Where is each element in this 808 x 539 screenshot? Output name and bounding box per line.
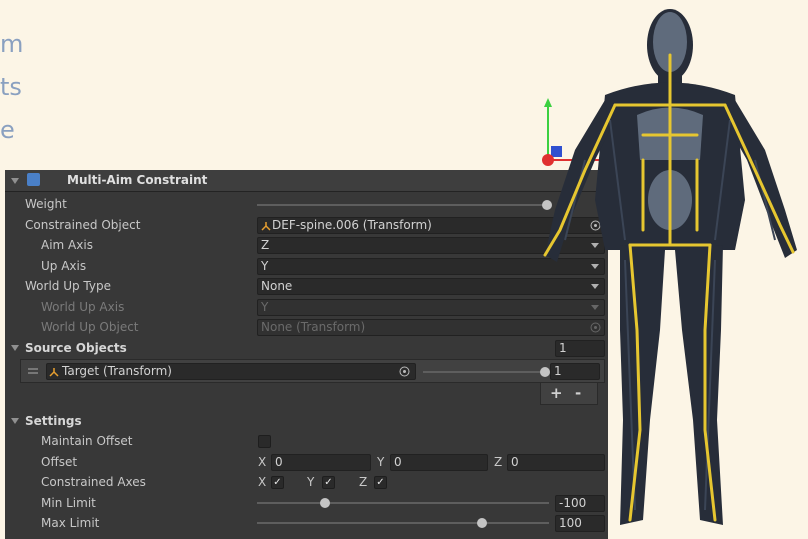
source-object-name: Target (Transform) xyxy=(62,364,172,378)
source-objects-header[interactable]: Source Objects 1 xyxy=(5,338,608,358)
axis-x-label: X xyxy=(258,475,267,489)
background-text-2: ts xyxy=(0,73,22,101)
world-up-type-value: None xyxy=(261,279,293,293)
aim-axis-row: Aim Axis Z xyxy=(5,235,608,255)
background-text-1: m xyxy=(0,30,24,58)
axis-x-checkbox[interactable]: ✓ xyxy=(271,476,284,489)
component-title: Multi-Aim Constraint xyxy=(67,173,208,187)
constraint-icon xyxy=(27,173,40,186)
settings-header[interactable]: Settings xyxy=(5,411,608,431)
min-limit-row: Min Limit -100 xyxy=(5,493,608,513)
settings-label: Settings xyxy=(25,414,82,428)
world-up-axis-label: World Up Axis xyxy=(41,300,125,314)
offset-y-field[interactable]: 0 xyxy=(390,454,488,471)
foldout-arrow-icon[interactable] xyxy=(11,418,19,424)
check-icon: ✓ xyxy=(273,477,282,488)
up-axis-label: Up Axis xyxy=(41,259,87,273)
up-axis-value: Y xyxy=(261,259,269,273)
weight-label: Weight xyxy=(25,197,67,211)
weight-row: Weight xyxy=(5,194,608,214)
axis-y-checkbox[interactable]: ✓ xyxy=(322,476,335,489)
axis-z-checkbox[interactable]: ✓ xyxy=(374,476,387,489)
max-limit-slider-track[interactable] xyxy=(257,522,549,524)
axis-y-label: Y xyxy=(307,475,315,489)
min-limit-slider-handle[interactable] xyxy=(320,498,330,508)
min-limit-slider-track[interactable] xyxy=(257,502,549,504)
object-picker-icon[interactable] xyxy=(399,366,410,377)
offset-z-label: Z xyxy=(494,455,503,469)
world-up-type-label: World Up Type xyxy=(25,279,111,293)
transform-icon xyxy=(261,222,271,231)
constrained-object-value: DEF-spine.006 (Transform) xyxy=(272,218,432,232)
offset-y-label: Y xyxy=(377,455,385,469)
maintain-offset-label: Maintain Offset xyxy=(41,434,133,448)
drag-handle-icon[interactable] xyxy=(28,368,38,370)
check-icon: ✓ xyxy=(324,477,333,488)
offset-x-field[interactable]: 0 xyxy=(271,454,371,471)
offset-z-value: 0 xyxy=(511,455,519,469)
inspector-panel: Multi-Aim Constraint Weight Constrained … xyxy=(5,170,608,539)
world-up-axis-value: Y xyxy=(261,300,269,314)
offset-x-value: 0 xyxy=(275,455,283,469)
character-model xyxy=(542,9,797,525)
offset-x-label: X xyxy=(258,455,267,469)
min-limit-label: Min Limit xyxy=(41,496,96,510)
maintain-offset-checkbox[interactable] xyxy=(258,435,271,448)
check-icon: ✓ xyxy=(376,477,385,488)
collapse-arrow-icon[interactable] xyxy=(11,178,19,184)
constrained-object-label: Constrained Object xyxy=(25,218,141,232)
constrained-axes-row: Constrained Axes X ✓ Y ✓ Z ✓ xyxy=(5,472,608,492)
aim-axis-label: Aim Axis xyxy=(41,238,93,252)
source-object-field[interactable]: Target (Transform) xyxy=(46,363,416,380)
world-up-object-value: None (Transform) xyxy=(261,320,366,334)
background-text-3: e xyxy=(0,116,15,144)
world-up-axis-row: World Up Axis Y xyxy=(5,297,608,317)
world-up-type-row: World Up Type None xyxy=(5,276,608,296)
maintain-offset-row: Maintain Offset xyxy=(5,431,608,451)
foldout-arrow-icon[interactable] xyxy=(11,345,19,351)
up-axis-row: Up Axis Y xyxy=(5,256,608,276)
max-limit-row: Max Limit 100 xyxy=(5,513,608,533)
world-up-object-label: World Up Object xyxy=(41,320,139,334)
aim-axis-value: Z xyxy=(261,238,270,252)
max-limit-label: Max Limit xyxy=(41,516,100,530)
offset-y-value: 0 xyxy=(394,455,402,469)
max-limit-slider-handle[interactable] xyxy=(477,518,487,528)
world-up-object-row: World Up Object None (Transform) xyxy=(5,317,608,337)
constrained-object-row: Constrained Object DEF-spine.006 (Transf… xyxy=(5,215,608,235)
offset-row: Offset X 0 Y 0 Z 0 xyxy=(5,452,608,472)
axis-z-label: Z xyxy=(359,475,368,489)
transform-icon xyxy=(49,368,59,377)
constrained-axes-label: Constrained Axes xyxy=(41,475,146,489)
component-header[interactable]: Multi-Aim Constraint xyxy=(5,170,608,192)
weight-slider-track[interactable] xyxy=(257,204,547,206)
offset-label: Offset xyxy=(41,455,78,469)
source-objects-label: Source Objects xyxy=(25,341,127,355)
source-objects-list: Target (Transform) 1 xyxy=(20,359,605,383)
